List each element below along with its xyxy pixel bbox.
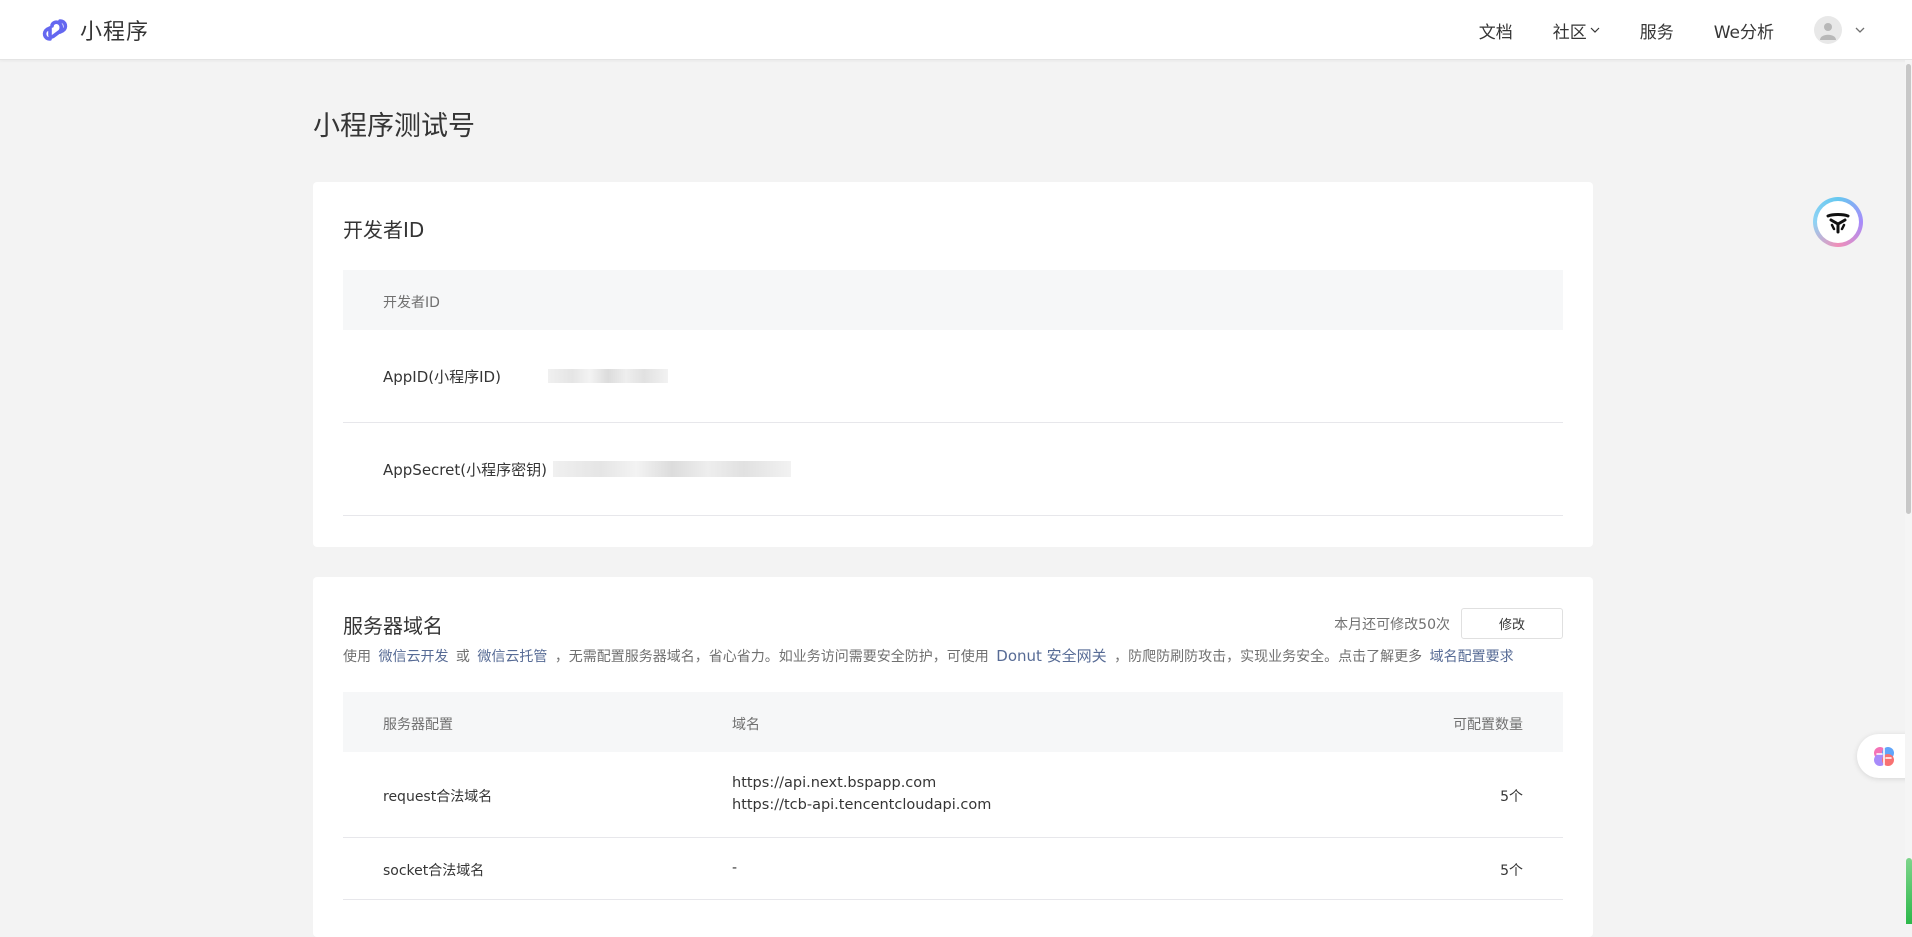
logo[interactable]: 小程序 [39,14,149,46]
floating-assistant-button[interactable] [1813,197,1863,247]
modify-remaining-hint: 本月还可修改50次 [1334,617,1450,633]
appid-value-redacted [548,369,668,383]
top-navbar: 小程序 文档 社区 服务 We分析 [0,0,1912,60]
chevron-down-icon [1590,27,1600,33]
avatar[interactable] [1814,16,1842,44]
server-domain-card: 服务器域名 本月还可修改50次 修改 使用 微信云开发 或 微信云托管 ，无需配… [313,577,1593,937]
nav-we-analytics[interactable]: We分析 [1714,18,1774,43]
brain-icon [1874,746,1894,767]
scrollbar-thumb[interactable] [1906,64,1911,514]
table-row: AppSecret(小程序密钥) [343,423,1563,516]
nav-community[interactable]: 社区 [1553,18,1600,43]
domain-item: https://api.next.bspapp.com [732,775,937,791]
desc-text: 使用 [343,649,371,665]
floating-side-tab[interactable] [1857,734,1912,778]
table-row: AppID(小程序ID) [343,330,1563,423]
column-header-config: 服务器配置 [383,717,453,733]
column-header-count: 可配置数量 [1453,717,1523,733]
assistant-badge [1817,201,1859,243]
nav-docs[interactable]: 文档 [1479,18,1513,43]
nav-we-analytics-label: We分析 [1713,22,1774,43]
main-nav: 文档 社区 服务 We分析 [1439,0,1866,60]
appid-label: AppID(小程序ID) [383,368,501,386]
table-row: request合法域名 https://api.next.bspapp.com … [343,752,1563,838]
domain-item: - [732,860,738,876]
nav-docs-label: 文档 [1478,22,1513,43]
section-title: 开发者ID [343,218,425,242]
developer-id-card: 开发者ID 开发者ID AppID(小程序ID) AppSecret(小程序密钥… [313,182,1593,547]
config-count: 5个 [1500,789,1523,805]
link-donut-gateway[interactable]: Donut 安全网关 [996,647,1106,665]
domain-item: https://tcb-api.tencentcloudapi.com [732,797,992,813]
config-name: socket合法域名 [383,863,485,879]
desc-text: 或 [455,649,470,665]
mini-program-logo-icon [42,19,68,41]
chevron-down-icon [1855,27,1865,33]
modify-button[interactable]: 修改 [1461,608,1563,639]
app-name: 小程序 [80,20,150,45]
appsecret-value-redacted [553,461,791,477]
domain-list: https://api.next.bspapp.com https://tcb-… [732,772,991,816]
column-header-domain: 域名 [732,717,760,733]
nav-services[interactable]: 服务 [1640,18,1674,43]
domain-description: 使用 微信云开发 或 微信云托管 ，无需配置服务器域名，省心省力。如业务访问需要… [343,645,1517,666]
user-avatar-icon [1820,23,1836,40]
assistant-logo-icon [1826,213,1850,234]
link-domain-requirements[interactable]: 域名配置要求 [1430,649,1514,665]
user-menu[interactable] [1814,16,1866,44]
section-title: 服务器域名 [343,614,443,638]
config-count: 5个 [1500,863,1523,879]
table-header: 开发者ID [343,270,1563,330]
link-wechat-cloud-dev[interactable]: 微信云开发 [378,649,448,665]
nav-services-label: 服务 [1639,22,1674,43]
column-header: 开发者ID [383,295,440,311]
appsecret-label: AppSecret(小程序密钥) [383,461,547,479]
desc-text: ，防爬防刷防攻击，实现业务安全。点击了解更多 [1114,649,1423,665]
config-name: request合法域名 [383,789,493,805]
table-row: socket合法域名 - 5个 [343,838,1563,900]
nav-community-label: 社区 [1552,22,1587,43]
desc-text: ，无需配置服务器域名，省心省力。如业务访问需要安全防护，可使用 [554,649,989,665]
table-header: 服务器配置 域名 可配置数量 [343,692,1563,752]
side-indicator [1906,858,1912,924]
page-title: 小程序测试号 [313,111,475,142]
link-wechat-cloud-hosting[interactable]: 微信云托管 [477,649,547,665]
